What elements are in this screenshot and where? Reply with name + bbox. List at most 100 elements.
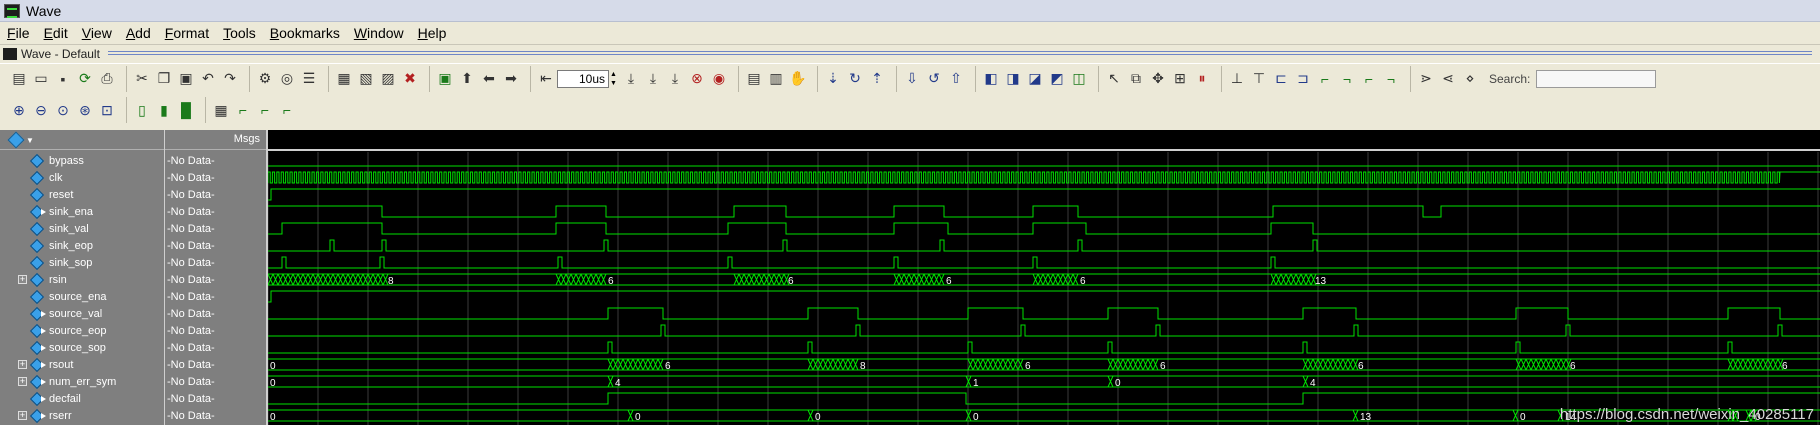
- signal-row-rsout[interactable]: + rsout: [0, 356, 164, 373]
- stop-icon[interactable]: ⊗: [686, 68, 708, 90]
- print-icon[interactable]: ⎙: [96, 68, 118, 90]
- zoom-full-icon[interactable]: ⊙: [52, 99, 74, 121]
- waveform-canvas[interactable]: 8 6 6 6 6 130 6 8 6 6 6 6 60 4 1 0 40 0 0 0 13 0 14 0: [268, 130, 1820, 425]
- edge-options-icon[interactable]: ¬: [1380, 68, 1402, 90]
- next-edge-icon[interactable]: ⇡: [866, 68, 888, 90]
- reload-icon[interactable]: ⟳: [74, 68, 96, 90]
- menu-tools[interactable]: Tools: [216, 25, 263, 41]
- paste-icon[interactable]: ▣: [175, 68, 197, 90]
- objects-icon[interactable]: ◪: [1024, 68, 1046, 90]
- copy-icon[interactable]: ❐: [153, 68, 175, 90]
- expand-icon[interactable]: +: [18, 377, 27, 386]
- simulate-icon[interactable]: ▨: [377, 68, 399, 90]
- falling-edge-icon[interactable]: ⌐: [1314, 68, 1336, 90]
- rising-edge-icon[interactable]: ¬: [1336, 68, 1358, 90]
- wave-object-icon[interactable]: ▼: [7, 131, 36, 149]
- transition-rising-icon[interactable]: ⌐: [254, 99, 276, 121]
- stop-light-icon[interactable]: ⏸: [1191, 68, 1213, 90]
- run-icon[interactable]: ⤓: [620, 68, 642, 90]
- step-icon[interactable]: ▣: [434, 68, 456, 90]
- dataflow-icon[interactable]: ◨: [1002, 68, 1024, 90]
- pan-mode-icon[interactable]: ✥: [1147, 68, 1169, 90]
- grid-icon[interactable]: ▦: [210, 99, 232, 121]
- break-sim-icon[interactable]: ◉: [708, 68, 730, 90]
- any-edge-icon[interactable]: ⌐: [1358, 68, 1380, 90]
- list-icon[interactable]: ☰: [298, 68, 320, 90]
- zoom-range-icon[interactable]: ⊡: [96, 99, 118, 121]
- signal-row-sink-eop[interactable]: sink_eop: [0, 237, 164, 254]
- insert-cursor-icon[interactable]: ⊥: [1226, 68, 1248, 90]
- signal-row-source-sop[interactable]: source_sop: [0, 339, 164, 356]
- signal-row-sink-sop[interactable]: sink_sop: [0, 254, 164, 271]
- new-file-icon[interactable]: ▤: [8, 68, 30, 90]
- time-options-icon[interactable]: ⋄: [1459, 68, 1481, 90]
- signal-row-bypass[interactable]: bypass: [0, 152, 164, 169]
- signal-row-num-err-sym[interactable]: + num_err_sym: [0, 373, 164, 390]
- up-arrow-icon[interactable]: ⬆: [456, 68, 478, 90]
- transition-any-icon[interactable]: ⌐: [276, 99, 298, 121]
- left-arrow-icon[interactable]: ⬅: [478, 68, 500, 90]
- cut-icon[interactable]: ✂: [131, 68, 153, 90]
- analog-format-icon[interactable]: █: [175, 99, 197, 121]
- find-next-icon[interactable]: ⇧: [945, 68, 967, 90]
- edit-mode-icon[interactable]: ⊞: [1169, 68, 1191, 90]
- schematic-icon[interactable]: ◫: [1068, 68, 1090, 90]
- menu-window[interactable]: Window: [347, 25, 411, 41]
- expand-time-icon[interactable]: ⋗: [1415, 68, 1437, 90]
- collapse-time-icon[interactable]: ⋖: [1437, 68, 1459, 90]
- right-arrow-icon[interactable]: ➡: [500, 68, 522, 90]
- find-prev-icon[interactable]: ⇩: [901, 68, 923, 90]
- signal-row-reset[interactable]: reset: [0, 186, 164, 203]
- redo-icon[interactable]: ↷: [219, 68, 241, 90]
- step-over-icon[interactable]: ▥: [765, 68, 787, 90]
- zoom-out-icon[interactable]: ⊖: [30, 99, 52, 121]
- run-all-icon[interactable]: ⤓: [664, 68, 686, 90]
- literal-format-icon[interactable]: ▯: [131, 99, 153, 121]
- loop-icon[interactable]: ↻: [844, 68, 866, 90]
- memory-icon[interactable]: ◩: [1046, 68, 1068, 90]
- prev-edge-icon[interactable]: ⇣: [822, 68, 844, 90]
- signal-row-source-eop[interactable]: source_eop: [0, 322, 164, 339]
- find-loop-icon[interactable]: ↺: [923, 68, 945, 90]
- transition-falling-icon[interactable]: ⌐: [232, 99, 254, 121]
- signal-row-source-ena[interactable]: source_ena: [0, 288, 164, 305]
- signal-row-sink-ena[interactable]: sink_ena: [0, 203, 164, 220]
- panel-grip[interactable]: [107, 50, 1812, 57]
- gear-icon[interactable]: ⚙: [254, 68, 276, 90]
- open-folder-icon[interactable]: ▭: [30, 68, 52, 90]
- hand-icon[interactable]: ✋: [787, 68, 809, 90]
- expand-icon[interactable]: +: [18, 275, 27, 284]
- signal-row-source-val[interactable]: source_val: [0, 305, 164, 322]
- menu-bookmarks[interactable]: Bookmarks: [263, 25, 347, 41]
- menu-help[interactable]: Help: [411, 25, 454, 41]
- signal-row-decfail[interactable]: decfail: [0, 390, 164, 407]
- run-length-stepper[interactable]: ▲ ▼: [610, 70, 620, 88]
- signal-row-clk[interactable]: clk: [0, 169, 164, 186]
- expand-icon[interactable]: +: [18, 360, 27, 369]
- search-input[interactable]: [1536, 69, 1657, 88]
- zoom-mode-icon[interactable]: ⧉: [1125, 68, 1147, 90]
- menu-format[interactable]: Format: [158, 25, 216, 41]
- step-into-icon[interactable]: ▤: [743, 68, 765, 90]
- pointer-icon[interactable]: ↖: [1103, 68, 1125, 90]
- binoculars-icon[interactable]: ◎: [276, 68, 298, 90]
- compile-all-icon[interactable]: ▧: [355, 68, 377, 90]
- run-length-field[interactable]: [557, 69, 609, 88]
- menu-file[interactable]: File: [0, 25, 37, 41]
- menu-view[interactable]: View: [75, 25, 119, 41]
- signal-row-sink-val[interactable]: sink_val: [0, 220, 164, 237]
- signal-row-rsin[interactable]: + rsin: [0, 271, 164, 288]
- zoom-cursor-icon[interactable]: ⊛: [74, 99, 96, 121]
- logic-format-icon[interactable]: ▮: [153, 99, 175, 121]
- undo-icon[interactable]: ↶: [197, 68, 219, 90]
- next-transition-icon[interactable]: ⊐: [1292, 68, 1314, 90]
- signal-row-rserr[interactable]: + rserr: [0, 407, 164, 424]
- expand-icon[interactable]: +: [18, 411, 27, 420]
- break-icon[interactable]: ✖: [399, 68, 421, 90]
- continue-icon[interactable]: ⤓: [642, 68, 664, 90]
- compile-icon[interactable]: ▦: [333, 68, 355, 90]
- layout-icon[interactable]: ◧: [980, 68, 1002, 90]
- save-icon[interactable]: ▪: [52, 68, 74, 90]
- delete-cursor-icon[interactable]: ⊤: [1248, 68, 1270, 90]
- menu-edit[interactable]: Edit: [37, 25, 75, 41]
